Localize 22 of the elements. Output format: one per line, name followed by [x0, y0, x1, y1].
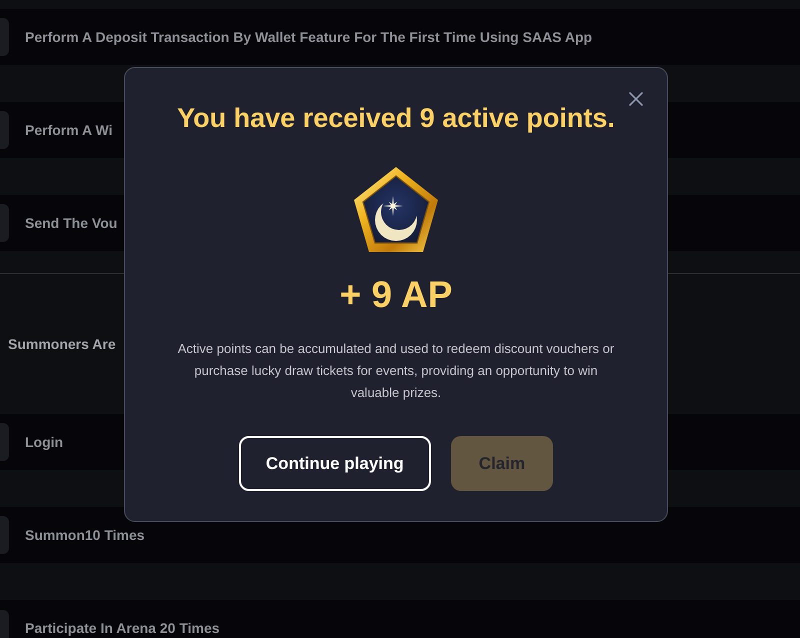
close-button[interactable] — [629, 92, 643, 106]
task-title: Perform A Deposit Transaction By Wallet Feature For The First Time Using SAAS App — [25, 28, 592, 47]
task-title: Login — [25, 433, 64, 452]
dialog-description: Active points can be accumulated and used to redeem discount vouchers or purchase lucky draw tickets for events, providing an opportunity to win valuable prizes. — [176, 340, 616, 402]
task-thumbnail — [0, 516, 9, 554]
task-thumbnail — [0, 111, 9, 149]
section-heading: Summoners Are — [8, 335, 116, 354]
task-title: Summon10 Times — [25, 526, 145, 545]
task-thumbnail — [0, 423, 9, 461]
close-icon — [629, 92, 643, 106]
continue-button[interactable]: Continue playing — [238, 436, 431, 491]
reward-amount: + 9 AP — [340, 275, 452, 315]
task-thumbnail — [0, 610, 9, 638]
dialog-title: You have received 9 active points. — [177, 103, 615, 133]
task-title: Perform A Wi — [25, 121, 113, 140]
task-row[interactable]: Perform A Deposit Transaction By Wallet Feature For The First Time Using SAAS App — [0, 9, 800, 65]
task-thumbnail — [0, 204, 9, 242]
crescent-badge-icon — [353, 166, 439, 253]
task-thumbnail — [0, 18, 9, 56]
task-title: Participate In Arena 20 Times — [25, 619, 220, 638]
task-title: Send The Vou — [25, 214, 118, 233]
task-row[interactable]: Participate In Arena 20 Times — [0, 600, 800, 638]
